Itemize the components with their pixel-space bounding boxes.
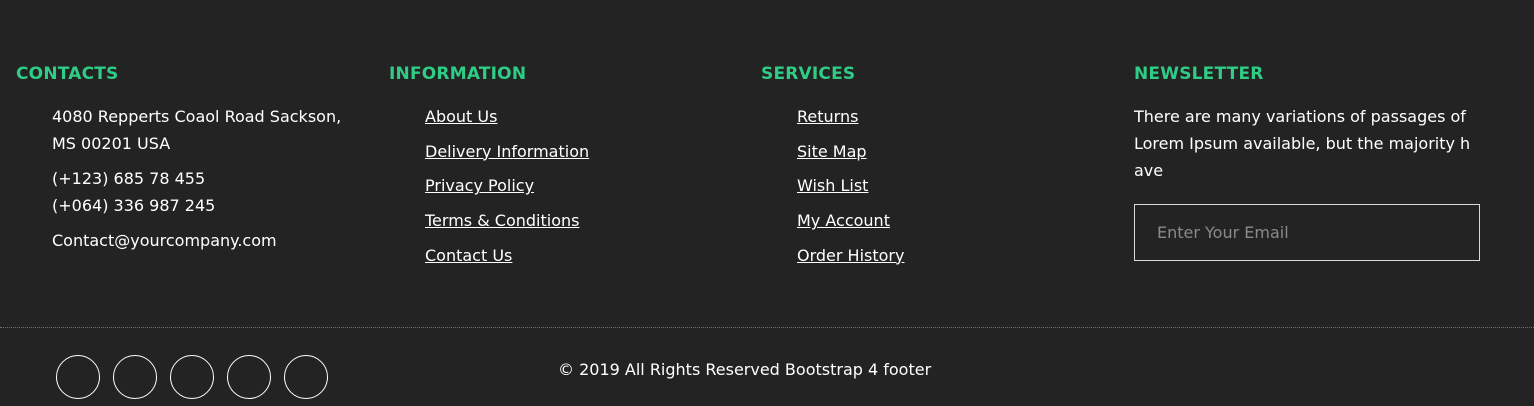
link-contact-us[interactable]: Contact Us: [425, 246, 512, 265]
phone-number-1: (+123) 685 78 455: [52, 169, 206, 188]
copyright-text: © 2019 All Rights Reserved Bootstrap 4 f…: [558, 360, 932, 379]
link-terms-conditions[interactable]: Terms & Conditions: [425, 211, 579, 230]
social-links: [56, 355, 328, 399]
link-wish-list[interactable]: Wish List: [797, 176, 868, 195]
list-item: Returns: [797, 103, 904, 138]
address-line-1: 4080 Repperts Coaol Road Sackson,: [52, 107, 342, 126]
services-links: Returns Site Map Wish List My Account Or…: [797, 103, 904, 276]
address-line-2: MS 00201 USA: [52, 134, 171, 153]
link-privacy-policy[interactable]: Privacy Policy: [425, 176, 534, 195]
google-plus-icon[interactable]: [170, 355, 214, 399]
list-item: Delivery Information: [425, 138, 589, 173]
list-item: Wish List: [797, 172, 904, 207]
newsletter-column: NEWSLETTER There are many variations of …: [1134, 64, 1484, 261]
list-item: Order History: [797, 242, 904, 277]
information-links: About Us Delivery Information Privacy Po…: [425, 103, 589, 276]
link-returns[interactable]: Returns: [797, 107, 858, 126]
contacts-column: CONTACTS 4080 Repperts Coaol Road Sackso…: [16, 64, 366, 250]
contact-address: 4080 Repperts Coaol Road Sackson, MS 002…: [52, 103, 362, 157]
linkedin-icon[interactable]: [227, 355, 271, 399]
link-about-us[interactable]: About Us: [425, 107, 497, 126]
link-order-history[interactable]: Order History: [797, 246, 904, 265]
footer-divider: [0, 327, 1534, 328]
link-my-account[interactable]: My Account: [797, 211, 890, 230]
site-footer: CONTACTS 4080 Repperts Coaol Road Sackso…: [0, 0, 1534, 406]
contact-phones: (+123) 685 78 455 (+064) 336 987 245: [52, 165, 362, 219]
phone-number-2: (+064) 336 987 245: [52, 196, 216, 215]
facebook-icon[interactable]: [56, 355, 100, 399]
link-delivery-information[interactable]: Delivery Information: [425, 142, 589, 161]
list-item: My Account: [797, 207, 904, 242]
contact-email: Contact@yourcompany.com: [52, 231, 277, 250]
newsletter-heading: NEWSLETTER: [1134, 64, 1264, 84]
list-item: Privacy Policy: [425, 172, 589, 207]
list-item: Contact Us: [425, 242, 589, 277]
contacts-heading: CONTACTS: [16, 64, 119, 84]
information-heading: INFORMATION: [389, 64, 527, 84]
list-item: About Us: [425, 103, 589, 138]
information-column: INFORMATION About Us Delivery Informatio…: [389, 64, 739, 265]
newsletter-text: There are many variations of passages of…: [1134, 107, 1471, 180]
link-site-map[interactable]: Site Map: [797, 142, 867, 161]
services-heading: SERVICES: [761, 64, 856, 84]
twitter-icon[interactable]: [113, 355, 157, 399]
services-column: SERVICES Returns Site Map Wish List My A…: [761, 64, 1111, 265]
newsletter-email-input[interactable]: [1134, 204, 1480, 261]
instagram-icon[interactable]: [284, 355, 328, 399]
list-item: Site Map: [797, 138, 904, 173]
list-item: Terms & Conditions: [425, 207, 589, 242]
